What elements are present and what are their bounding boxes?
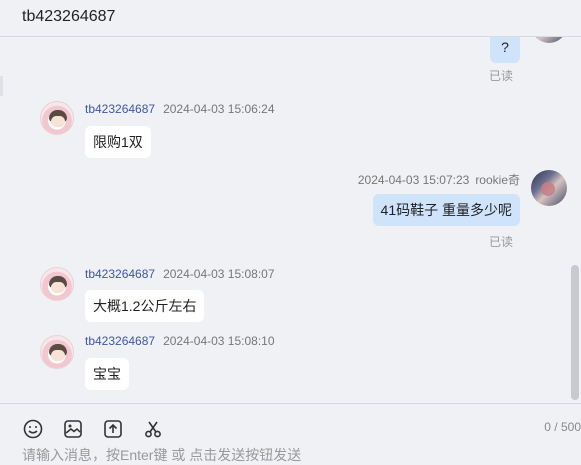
message-meta: tb423264687 2024-04-03 15:08:07 — [85, 267, 275, 281]
sender-name: rookie奇 — [475, 173, 520, 187]
message-meta: tb423264687 2024-04-03 15:08:10 — [85, 334, 275, 348]
message-list[interactable]: ? 已读 tb423264687 2024-04-03 15:06:24 限购1双… — [0, 37, 581, 402]
sender-name[interactable]: tb423264687 — [85, 267, 155, 281]
avatar[interactable] — [40, 267, 74, 301]
chat-title: tb423264687 — [22, 8, 116, 25]
upload-icon[interactable] — [102, 418, 124, 440]
message-bubble-in[interactable]: 限购1双 — [85, 126, 151, 158]
message-meta: tb423264687 2024-04-03 15:06:24 — [85, 102, 275, 116]
avatar[interactable] — [531, 37, 567, 43]
message-bubble-in[interactable]: 宝宝 — [85, 358, 129, 390]
avatar[interactable] — [40, 101, 74, 135]
message-time: 2024-04-03 15:06:24 — [163, 102, 275, 116]
emoji-icon[interactable] — [22, 418, 44, 440]
message-time: 2024-04-03 15:08:10 — [163, 334, 275, 348]
read-status: 已读 — [489, 235, 514, 249]
divider — [0, 403, 581, 404]
message-time: 2024-04-03 15:08:07 — [163, 267, 275, 281]
sender-name[interactable]: tb423264687 — [85, 102, 155, 116]
message-input[interactable]: 请输入消息，按Enter键 或 点击发送按钮发送 — [22, 445, 301, 465]
message-bubble-out[interactable]: ? — [490, 37, 520, 63]
scrollbar[interactable] — [571, 265, 579, 400]
message-bubble-in[interactable]: 大概1.2公斤左右 — [85, 290, 205, 322]
message-bubble-out[interactable]: 41码鞋子 重量多少呢 — [372, 194, 520, 226]
chat-header: tb423264687 — [0, 0, 581, 37]
sender-name[interactable]: tb423264687 — [85, 334, 155, 348]
char-counter: 0 / 500 — [544, 420, 581, 434]
scissors-icon[interactable] — [142, 418, 164, 440]
image-icon[interactable] — [62, 418, 84, 440]
avatar[interactable] — [531, 170, 567, 206]
avatar[interactable] — [40, 335, 74, 369]
message-time: 2024-04-03 15:07:23 — [357, 173, 470, 187]
message-meta: 2024-04-03 15:07:23 rookie奇 — [358, 171, 520, 188]
read-status: 已读 — [489, 69, 514, 83]
